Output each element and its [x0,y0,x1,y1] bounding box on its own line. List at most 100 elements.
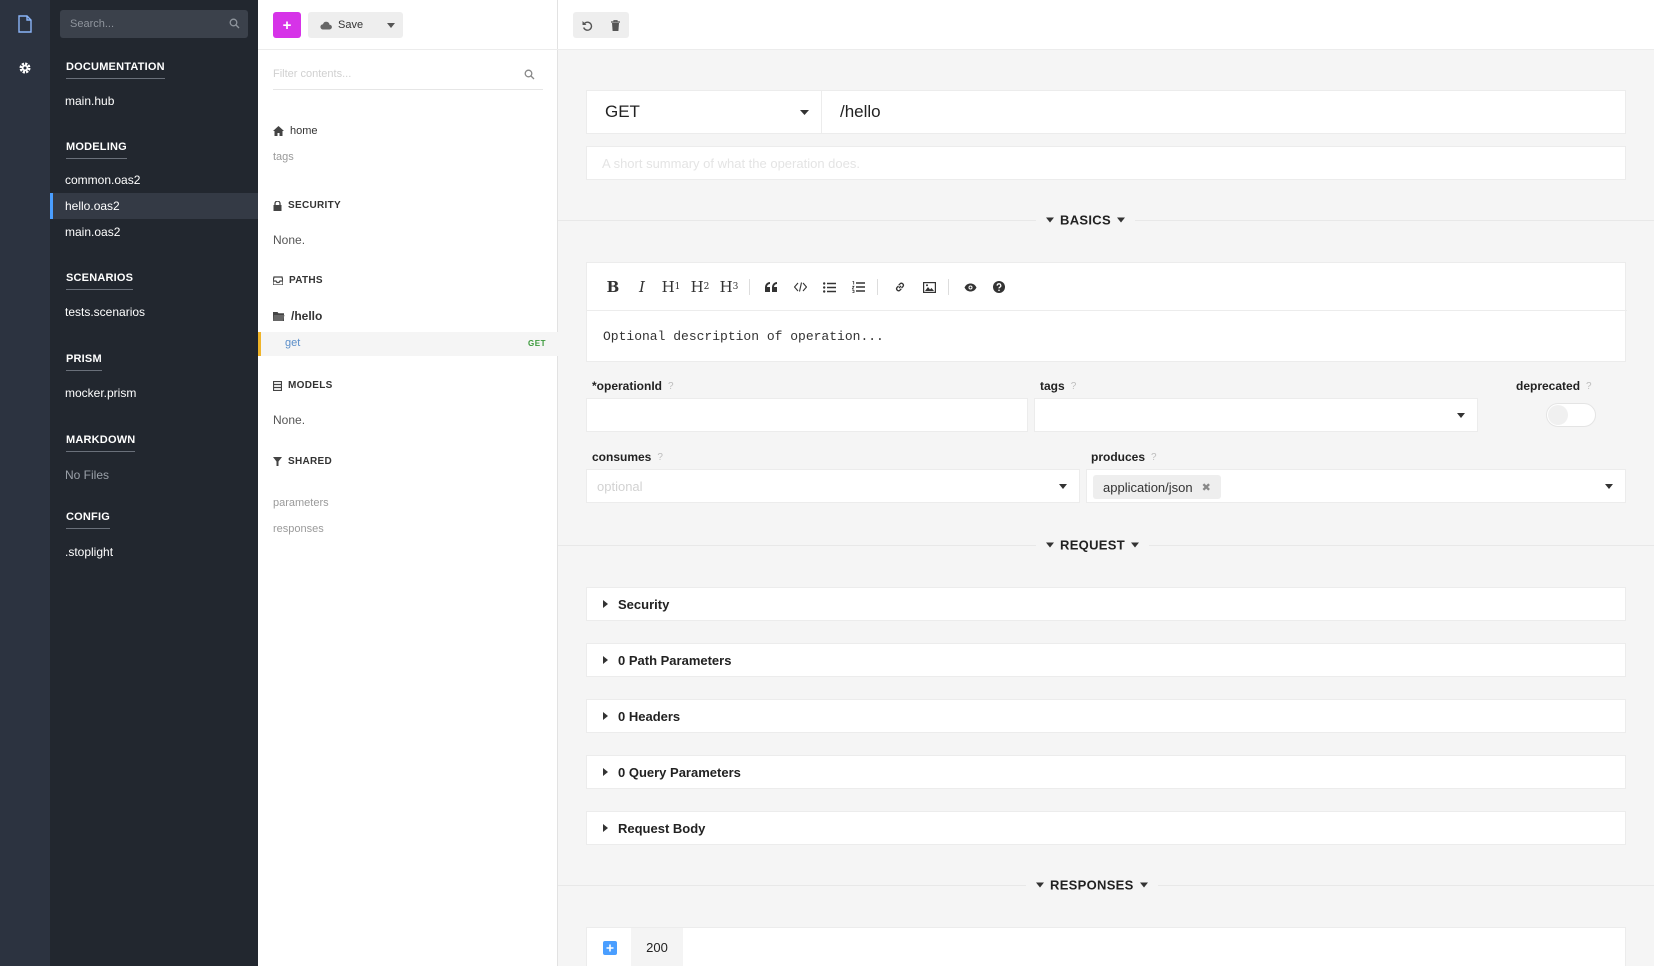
preview-button[interactable] [958,277,982,297]
structure-toolbar: + Save [258,0,558,50]
query-parameters-panel[interactable]: 0 Query Parameters [586,755,1626,789]
quote-button[interactable] [759,277,783,297]
file-item-main-oas2[interactable]: main.oas2 [50,219,258,245]
operation-item-get[interactable]: get GET [258,332,558,356]
toolbar-separator [749,279,750,295]
bold-button[interactable]: B [601,277,625,297]
file-search[interactable] [60,10,248,38]
file-item-mocker-prism[interactable]: mocker.prism [50,380,258,406]
settings-rail-button[interactable] [0,46,50,90]
security-value: None. [273,233,305,247]
link-button[interactable] [888,277,912,297]
caret-down-icon [1059,484,1067,489]
summary-input[interactable] [587,147,1587,179]
add-response-button[interactable] [603,941,617,955]
image-button[interactable] [917,277,941,297]
path-parameters-panel[interactable]: 0 Path Parameters [586,643,1626,677]
method-value: GET [605,102,640,121]
filter-contents[interactable] [273,60,543,90]
security-panel-label: Security [618,596,670,612]
produces-text: produces [1091,450,1146,464]
method-select[interactable]: GET [586,90,822,134]
heading3-button[interactable]: H3 [717,277,741,297]
caret-right-icon [603,712,608,720]
folder-icon [273,311,285,321]
heading1-letter: H [661,278,675,296]
path-input[interactable]: /hello [822,90,1626,134]
operation-editor: GET /hello BASICS B I H1 H2 H3 [558,0,1654,966]
save-label: Save [338,19,364,31]
response-tab-200[interactable]: 200 [631,928,683,966]
security-panel[interactable]: Security [586,587,1626,621]
shared-item-responses[interactable]: responses [273,523,324,535]
basics-toggle[interactable]: BASICS [1036,212,1135,228]
files-rail-button[interactable] [0,2,50,46]
caret-down-icon [1046,542,1054,548]
request-body-panel[interactable]: Request Body [586,811,1626,845]
path-label: /hello [291,309,323,323]
heading3-level: 3 [732,282,739,292]
deprecated-help-icon[interactable]: ? [1586,381,1592,392]
operation-method-badge: GET [528,339,546,348]
italic-button[interactable]: I [630,277,654,297]
responses-toggle[interactable]: RESPONSES [1026,877,1158,893]
headers-panel[interactable]: 0 Headers [586,699,1626,733]
produces-chip-label: application/json [1103,479,1193,495]
file-search-input[interactable] [60,10,220,38]
save-options-button[interactable] [379,12,403,38]
filter-contents-input[interactable] [273,60,513,88]
description-text[interactable]: Optional description of operation... [603,329,884,344]
consumes-select[interactable] [586,469,1080,503]
add-button[interactable]: + [273,12,301,38]
nav-tags[interactable]: tags [273,151,294,163]
operation-id-field[interactable] [586,398,1028,432]
produces-help-icon[interactable]: ? [1151,452,1157,463]
heading1-button[interactable]: H1 [659,277,683,297]
history-tools [573,12,629,38]
summary-field[interactable] [586,146,1626,180]
file-item-common-oas2[interactable]: common.oas2 [50,167,258,193]
code-button[interactable] [788,277,812,297]
editor-toolbar [558,0,1654,50]
tags-help-icon[interactable]: ? [1071,381,1077,392]
empty-files-label: No Files [65,468,110,482]
file-item-tests-scenarios[interactable]: tests.scenarios [50,299,258,325]
request-toggle[interactable]: REQUEST [1036,537,1149,553]
path-item-hello[interactable]: /hello [273,309,322,323]
shared-item-parameters[interactable]: parameters [273,497,329,509]
operation-id-help-icon[interactable]: ? [668,381,674,392]
markdown-help-button[interactable] [987,277,1011,297]
file-item-stoplight[interactable]: .stoplight [50,539,258,565]
shared-header: SHARED [273,456,332,467]
operation-id-input[interactable] [587,399,1027,431]
file-item-main-hub[interactable]: main.hub [50,88,258,114]
deprecated-toggle[interactable] [1546,403,1596,427]
consumes-help-icon[interactable]: ? [657,452,663,463]
request-body-label: Request Body [618,820,706,836]
delete-button[interactable] [601,12,629,38]
undo-button[interactable] [573,12,601,38]
consumes-input[interactable] [587,470,1079,502]
caret-down-icon [1036,882,1044,888]
path-value: /hello [840,102,881,121]
nav-home[interactable]: home [273,125,318,137]
path-parameters-label: 0 Path Parameters [618,652,732,668]
caret-down-icon [1139,882,1148,888]
ordered-list-button[interactable] [846,277,870,297]
produces-select[interactable]: application/json ✖ [1086,469,1626,503]
caret-down-icon [1605,484,1613,489]
security-none-label: None. [273,233,306,247]
tags-select[interactable] [1034,398,1478,432]
bullet-list-button[interactable] [817,277,841,297]
caret-down-icon [800,110,809,115]
tags-text: tags [1040,379,1065,393]
heading2-button[interactable]: H2 [688,277,712,297]
basics-label: BASICS [1060,212,1111,228]
file-item-hello-oas2[interactable]: hello.oas2 [50,193,258,219]
table-icon [273,380,282,391]
operation-id-label: *operationId ? [592,379,674,393]
produces-chip: application/json ✖ [1093,475,1221,499]
chip-remove-icon[interactable]: ✖ [1202,481,1211,494]
heading1-level: 1 [674,282,681,292]
description-editor: B I H1 H2 H3 Optional description of ope… [586,262,1627,362]
